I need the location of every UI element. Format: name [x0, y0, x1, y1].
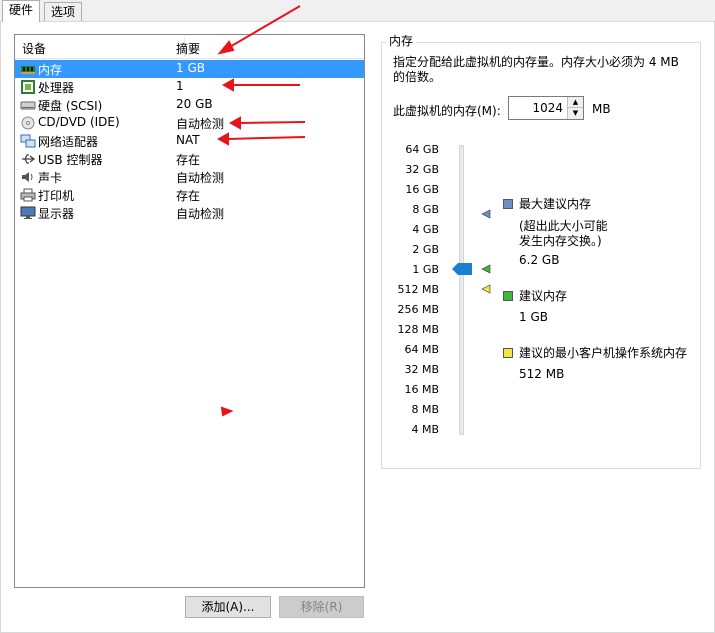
device-name: 处理器: [38, 81, 75, 95]
tab-options[interactable]: 选项: [44, 2, 83, 21]
device-summary: 1: [176, 79, 184, 93]
memory-unit: MB: [592, 102, 611, 116]
remove-button[interactable]: 移除(R): [279, 596, 364, 618]
recommended-value: 1 GB: [519, 310, 548, 324]
minimum-value: 512 MB: [519, 367, 565, 381]
device-row-printer[interactable]: 打印机 存在: [15, 186, 364, 204]
device-summary: 自动检测: [176, 171, 225, 185]
device-name: USB 控制器: [38, 153, 103, 167]
scale-label: 8 MB: [411, 403, 439, 416]
device-row-cd-dvd[interactable]: CD/DVD (IDE) 自动检测: [15, 114, 364, 132]
device-row-sound-card[interactable]: 声卡 自动检测: [15, 168, 364, 186]
spin-arrows: ▲ ▼: [567, 97, 583, 119]
minimum-title: 建议的最小客户机操作系统内存: [519, 346, 688, 360]
device-list[interactable]: 设备 摘要 内存 1 GB 处理器 1 硬盘 (SCSI) 20 GB CD/D…: [14, 34, 365, 588]
hard-disk-icon: [20, 101, 36, 110]
device-name: 打印机: [38, 189, 75, 203]
scale-label: 1 GB: [412, 263, 439, 276]
max-recommended-title: 最大建议内存: [519, 197, 592, 211]
minimum-legend-icon: [503, 348, 513, 358]
device-name: 网络适配器: [38, 135, 99, 149]
scale-label: 64 GB: [405, 143, 439, 156]
scale-label: 8 GB: [412, 203, 439, 216]
recommended-title: 建议内存: [519, 289, 568, 303]
device-summary: 存在: [176, 189, 201, 203]
memory-slider-track[interactable]: [459, 145, 464, 435]
add-button[interactable]: 添加(A)...: [185, 596, 271, 618]
column-header-summary[interactable]: 摘要: [176, 40, 200, 57]
device-name: 内存: [38, 63, 63, 77]
minimum-marker-icon: [481, 284, 491, 294]
device-name: 声卡: [38, 171, 63, 185]
scale-label: 4 MB: [411, 423, 439, 436]
device-row-hard-disk[interactable]: 硬盘 (SCSI) 20 GB: [15, 96, 364, 114]
device-summary: 存在: [176, 153, 201, 167]
network-adapter-icon: [20, 134, 36, 148]
column-header-device[interactable]: 设备: [22, 40, 46, 57]
device-row-usb[interactable]: USB 控制器 存在: [15, 150, 364, 168]
processor-icon: [21, 80, 35, 94]
memory-description: 指定分配给此虚拟机的内存量。内存大小必须为 4 MB 的倍数。: [393, 55, 679, 84]
memory-slider-thumb[interactable]: [452, 262, 472, 276]
scale-label: 16 GB: [405, 183, 439, 196]
recommended-marker-icon: [481, 264, 491, 274]
list-header: 设备 摘要: [15, 35, 364, 59]
device-summary: 自动检测: [176, 207, 225, 221]
device-name: CD/DVD (IDE): [38, 115, 120, 129]
device-row-display[interactable]: 显示器 自动检测: [15, 204, 364, 222]
memory-value[interactable]: 1024: [532, 101, 563, 115]
device-row-processor[interactable]: 处理器 1: [15, 78, 364, 96]
memory-spinbox[interactable]: 1024 ▲ ▼: [508, 96, 584, 120]
max-recommended-note-2: 发生内存交换。): [519, 234, 602, 248]
scale-label: 32 GB: [405, 163, 439, 176]
scale-label: 64 MB: [404, 343, 439, 356]
scale-label: 512 MB: [397, 283, 439, 296]
max-recommended-legend-icon: [503, 199, 513, 209]
scale-label: 256 MB: [397, 303, 439, 316]
sound-card-icon: [22, 172, 33, 182]
spin-up-icon[interactable]: ▲: [568, 97, 583, 108]
scale-label: 4 GB: [412, 223, 439, 236]
device-row-memory[interactable]: 内存 1 GB: [15, 60, 364, 78]
memory-icon: [21, 66, 35, 74]
scale-label: 32 MB: [404, 363, 439, 376]
device-name: 显示器: [38, 207, 75, 221]
tab-hardware[interactable]: 硬件: [2, 0, 41, 22]
max-recommended-marker-icon: [481, 209, 491, 219]
max-recommended-value: 6.2 GB: [519, 253, 560, 267]
usb-icon: [22, 154, 36, 164]
tab-strip: 硬件 选项: [0, 0, 715, 22]
memory-field-label: 此虚拟机的内存(M):: [393, 104, 501, 118]
memory-group-title: 内存: [386, 34, 417, 48]
scale-label: 128 MB: [397, 323, 439, 336]
device-name: 硬盘 (SCSI): [38, 99, 103, 113]
device-row-network-adapter[interactable]: 网络适配器 NAT: [15, 132, 364, 150]
scale-label: 2 GB: [412, 243, 439, 256]
printer-icon: [20, 188, 36, 202]
display-icon: [20, 206, 36, 219]
recommended-legend-icon: [503, 291, 513, 301]
spin-down-icon[interactable]: ▼: [568, 108, 583, 119]
cd-dvd-icon: [21, 116, 35, 130]
device-summary: 自动检测: [176, 117, 225, 131]
max-recommended-note: (超出此大小可能: [519, 219, 608, 233]
scale-label: 16 MB: [404, 383, 439, 396]
device-summary: 1 GB: [176, 61, 205, 75]
device-summary: 20 GB: [176, 97, 213, 111]
device-summary: NAT: [176, 133, 200, 147]
